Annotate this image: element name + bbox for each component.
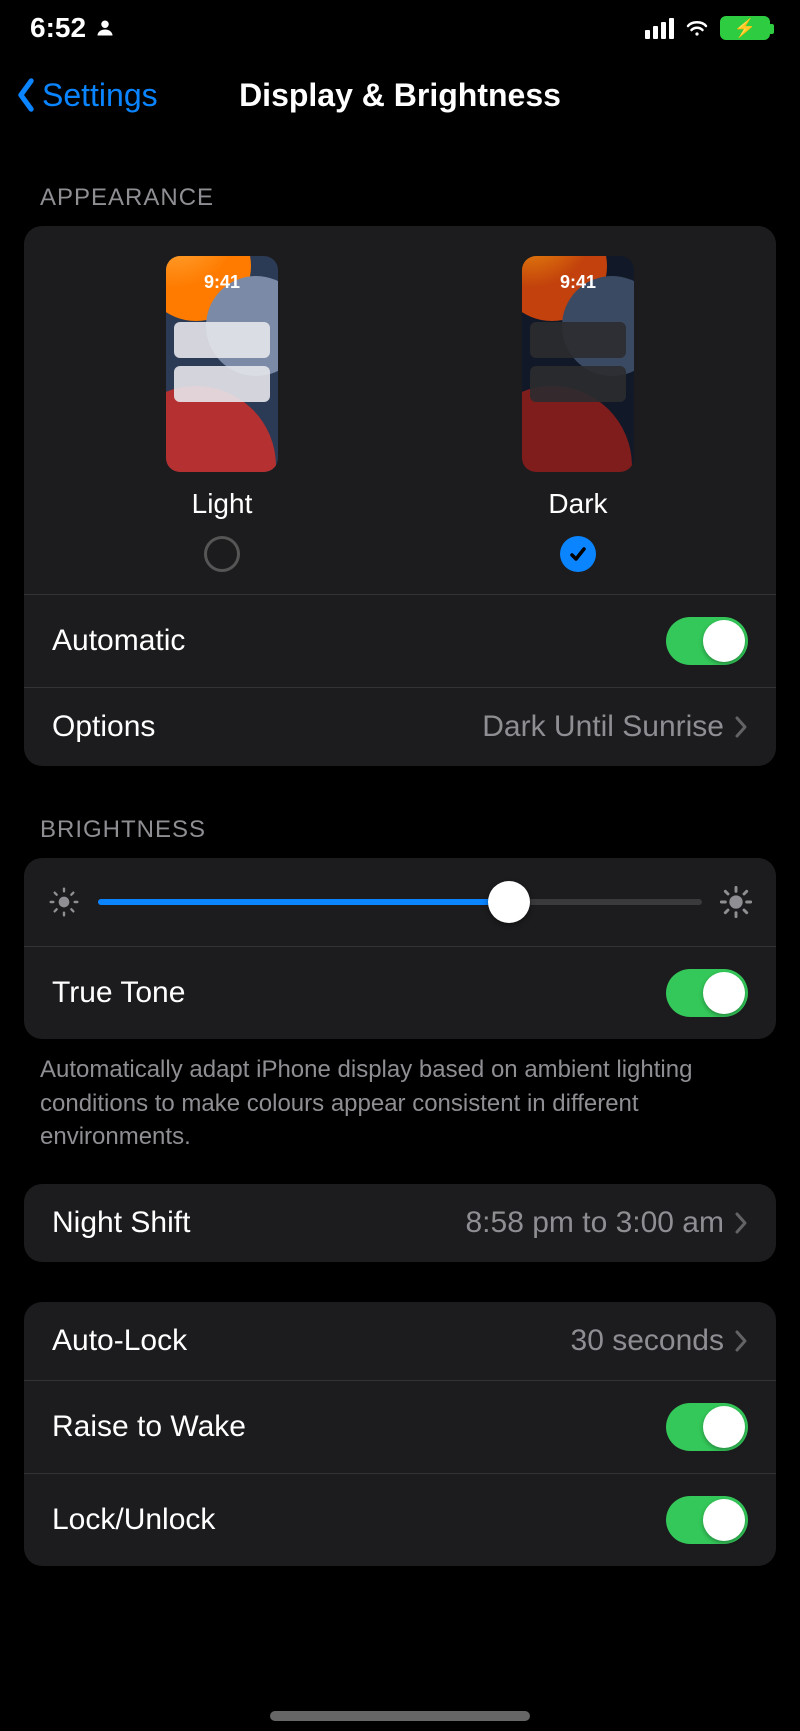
raise-to-wake-row: Raise to Wake <box>24 1380 776 1473</box>
wifi-icon <box>684 18 710 38</box>
chevron-left-icon <box>14 77 38 113</box>
automatic-row: Automatic <box>24 594 776 687</box>
back-button[interactable]: Settings <box>14 77 158 114</box>
dark-label: Dark <box>548 488 607 520</box>
sun-large-icon <box>720 886 752 918</box>
checkmark-icon <box>568 544 588 564</box>
lock-unlock-toggle[interactable] <box>666 1496 748 1544</box>
truetone-label: True Tone <box>52 976 185 1010</box>
automatic-toggle[interactable] <box>666 617 748 665</box>
preview-time: 9:41 <box>166 272 278 293</box>
sun-small-icon <box>48 886 80 918</box>
cellular-signal-icon <box>645 18 674 39</box>
dark-radio[interactable] <box>560 536 596 572</box>
appearance-group: 9:41 Light 9:41 Dark <box>24 226 776 766</box>
chevron-right-icon <box>734 1211 748 1235</box>
nav-header: Settings Display & Brightness <box>0 56 800 134</box>
options-row[interactable]: Options Dark Until Sunrise <box>24 687 776 766</box>
person-icon <box>96 19 114 37</box>
autolock-label: Auto-Lock <box>52 1324 187 1358</box>
chevron-right-icon <box>734 1329 748 1353</box>
lock-group: Auto-Lock 30 seconds Raise to Wake Lock/… <box>24 1302 776 1566</box>
dark-mode-preview: 9:41 <box>522 256 634 472</box>
status-time: 6:52 <box>30 12 86 44</box>
home-indicator[interactable] <box>270 1711 530 1721</box>
autolock-row[interactable]: Auto-Lock 30 seconds <box>24 1302 776 1380</box>
automatic-label: Automatic <box>52 624 185 658</box>
brightness-section-label: BRIGHTNESS <box>0 766 800 858</box>
lock-unlock-row: Lock/Unlock <box>24 1473 776 1566</box>
autolock-value: 30 seconds <box>571 1324 724 1358</box>
options-value: Dark Until Sunrise <box>482 710 724 744</box>
nightshift-row[interactable]: Night Shift 8:58 pm to 3:00 am <box>24 1184 776 1262</box>
appearance-option-light[interactable]: 9:41 Light <box>62 256 382 572</box>
raise-to-wake-toggle[interactable] <box>666 1403 748 1451</box>
chevron-right-icon <box>734 715 748 739</box>
options-label: Options <box>52 710 155 744</box>
brightness-group: True Tone <box>24 858 776 1039</box>
preview-time: 9:41 <box>522 272 634 293</box>
battery-charging-icon: ⚡ <box>720 16 770 40</box>
light-mode-preview: 9:41 <box>166 256 278 472</box>
appearance-section-label: APPEARANCE <box>0 134 800 226</box>
nightshift-value: 8:58 pm to 3:00 am <box>466 1206 725 1240</box>
status-bar: 6:52 ⚡ <box>0 0 800 56</box>
truetone-description: Automatically adapt iPhone display based… <box>0 1039 800 1184</box>
truetone-row: True Tone <box>24 946 776 1039</box>
back-label: Settings <box>42 77 158 114</box>
nightshift-label: Night Shift <box>52 1206 190 1240</box>
appearance-option-dark[interactable]: 9:41 Dark <box>418 256 738 572</box>
brightness-slider[interactable] <box>98 882 702 922</box>
light-radio[interactable] <box>204 536 240 572</box>
light-label: Light <box>192 488 253 520</box>
nightshift-group: Night Shift 8:58 pm to 3:00 am <box>24 1184 776 1262</box>
lock-unlock-label: Lock/Unlock <box>52 1503 215 1537</box>
raise-to-wake-label: Raise to Wake <box>52 1410 246 1444</box>
truetone-toggle[interactable] <box>666 969 748 1017</box>
